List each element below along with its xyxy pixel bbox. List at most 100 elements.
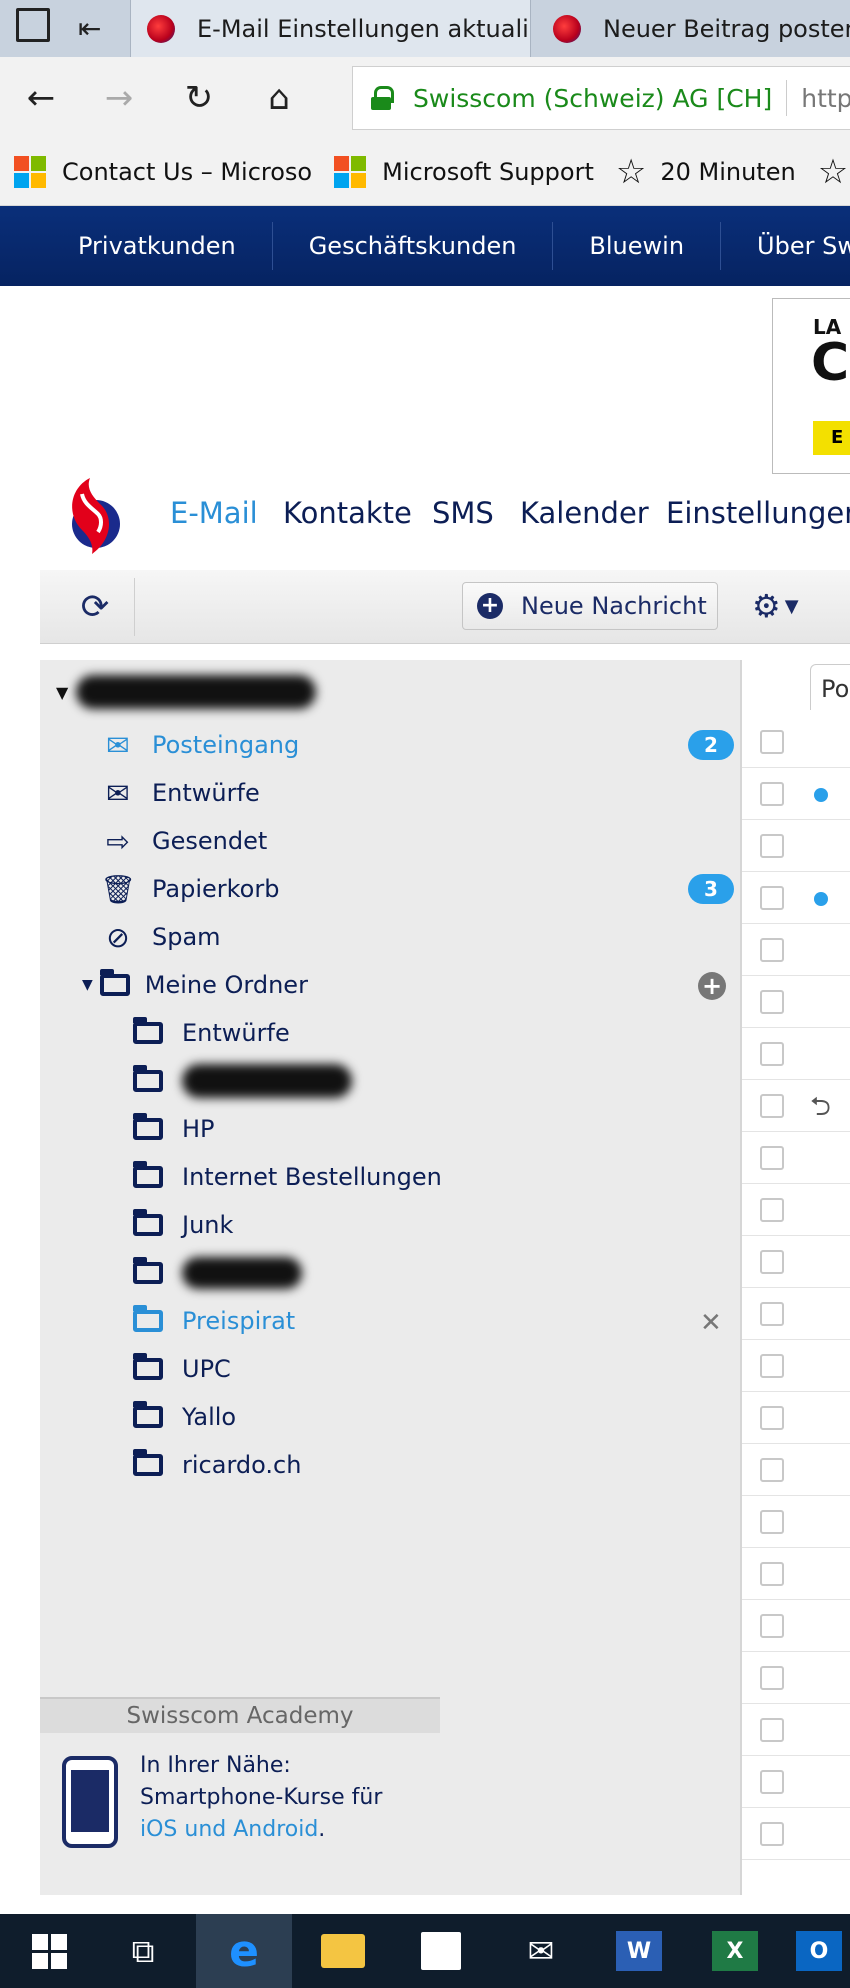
forward-icon[interactable]: → — [94, 72, 144, 124]
folder-sent[interactable]: ⇨ Gesendet — [96, 818, 267, 864]
message-row[interactable] — [742, 1600, 850, 1652]
column-tab[interactable]: Po — [810, 664, 850, 710]
word-icon[interactable]: W — [604, 1914, 674, 1988]
new-message-button[interactable]: + Neue Nachricht — [462, 582, 718, 630]
nav-bluewin[interactable]: Bluewin — [553, 222, 722, 270]
bookmark-contact-us[interactable]: Contact Us – Microso — [14, 156, 312, 188]
back-icon[interactable]: ← — [16, 72, 66, 124]
edge-icon[interactable]: e — [196, 1914, 292, 1988]
subfolder-redacted[interactable] — [126, 1058, 352, 1104]
bookmark-20-minuten[interactable]: ☆ 20 Minuten — [616, 155, 796, 189]
ad-banner[interactable]: LA C E — [772, 298, 850, 474]
row-checkbox[interactable] — [760, 1146, 784, 1170]
row-checkbox[interactable] — [760, 990, 784, 1014]
refresh-mail-icon[interactable]: ⟳ — [74, 586, 116, 628]
row-checkbox[interactable] — [760, 1302, 784, 1326]
account-header[interactable]: ▼ — [56, 670, 336, 714]
folder-trash[interactable]: 🗑 Papierkorb — [96, 866, 279, 912]
message-row[interactable] — [742, 716, 850, 768]
row-checkbox[interactable] — [760, 1770, 784, 1794]
nav-ueber-swisscom[interactable]: Über Swiss — [721, 222, 850, 270]
folder-my-folders[interactable]: ▼ Meine Ordner — [82, 962, 308, 1008]
subfolder-preispirat[interactable]: Preispirat — [126, 1298, 295, 1344]
message-row[interactable] — [742, 768, 850, 820]
row-checkbox[interactable] — [760, 1250, 784, 1274]
address-bar[interactable]: Swisscom (Schweiz) AG [CH] https — [352, 66, 850, 130]
subfolder-upc[interactable]: UPC — [126, 1346, 231, 1392]
close-icon[interactable]: ✕ — [700, 1308, 722, 1338]
row-checkbox[interactable] — [760, 1718, 784, 1742]
academy-link[interactable]: iOS und Android — [140, 1817, 318, 1842]
message-row[interactable] — [742, 1236, 850, 1288]
store-icon[interactable] — [406, 1914, 476, 1988]
message-row[interactable] — [742, 976, 850, 1028]
subfolder-internet-bestellungen[interactable]: Internet Bestellungen — [126, 1154, 442, 1200]
subfolder-entwuerfe[interactable]: Entwürfe — [126, 1010, 290, 1056]
row-checkbox[interactable] — [760, 1354, 784, 1378]
row-checkbox[interactable] — [760, 782, 784, 806]
message-row[interactable] — [742, 1288, 850, 1340]
nav-geschaeftskunden[interactable]: Geschäftskunden — [273, 222, 554, 270]
row-checkbox[interactable] — [760, 938, 784, 962]
nav-privatkunden[interactable]: Privatkunden — [0, 222, 273, 270]
message-row[interactable] — [742, 872, 850, 924]
message-row[interactable] — [742, 1340, 850, 1392]
subfolder-ricardo[interactable]: ricardo.ch — [126, 1442, 301, 1488]
row-checkbox[interactable] — [760, 1614, 784, 1638]
message-row[interactable] — [742, 1652, 850, 1704]
bookmark-microsoft-support[interactable]: Microsoft Support — [334, 156, 594, 188]
row-checkbox[interactable] — [760, 1406, 784, 1430]
folder-spam[interactable]: ⊘ Spam — [96, 914, 220, 960]
task-view-icon[interactable]: ⧉ — [108, 1914, 178, 1988]
message-row[interactable] — [742, 924, 850, 976]
folder-inbox[interactable]: ✉ Posteingang — [96, 722, 299, 768]
row-checkbox[interactable] — [760, 1094, 784, 1118]
message-row[interactable] — [742, 1704, 850, 1756]
message-row[interactable]: ⮌ — [742, 1080, 850, 1132]
row-checkbox[interactable] — [760, 834, 784, 858]
folder-drafts[interactable]: ✉ Entwürfe — [96, 770, 259, 816]
nav-email[interactable]: E-Mail — [170, 496, 258, 530]
row-checkbox[interactable] — [760, 1666, 784, 1690]
swisscom-logo-icon[interactable] — [58, 474, 128, 558]
row-checkbox[interactable] — [760, 1510, 784, 1534]
row-checkbox[interactable] — [760, 1822, 784, 1846]
set-aside-tabs-icon[interactable]: ⇤ — [78, 12, 101, 45]
excel-icon[interactable]: X — [700, 1914, 770, 1988]
refresh-icon[interactable]: ↻ — [174, 72, 224, 124]
windows-start-icon[interactable] — [14, 1914, 84, 1988]
row-checkbox[interactable] — [760, 1042, 784, 1066]
row-checkbox[interactable] — [760, 730, 784, 754]
bookmark-26[interactable]: ☆ 26 — [818, 155, 850, 189]
settings-menu-button[interactable]: ⚙ ▼ — [752, 584, 814, 628]
nav-sms[interactable]: SMS — [432, 496, 494, 530]
home-icon[interactable]: ⌂ — [254, 72, 304, 124]
message-row[interactable] — [742, 1548, 850, 1600]
row-checkbox[interactable] — [760, 886, 784, 910]
tab-new-post[interactable]: Neuer Beitrag posten — [530, 0, 850, 57]
row-checkbox[interactable] — [760, 1458, 784, 1482]
add-folder-icon[interactable]: + — [698, 972, 726, 1000]
message-row[interactable] — [742, 1132, 850, 1184]
subfolder-redacted-2[interactable] — [126, 1250, 302, 1296]
message-row[interactable] — [742, 1808, 850, 1860]
file-explorer-icon[interactable] — [308, 1914, 378, 1988]
message-row[interactable] — [742, 1756, 850, 1808]
subfolder-junk[interactable]: Junk — [126, 1202, 233, 1248]
mail-icon[interactable]: ✉ — [506, 1914, 576, 1988]
subfolder-yallo[interactable]: Yallo — [126, 1394, 236, 1440]
message-row[interactable] — [742, 1496, 850, 1548]
message-row[interactable] — [742, 1028, 850, 1080]
nav-einstellungen[interactable]: Einstellungen — [666, 496, 850, 530]
message-row[interactable] — [742, 1392, 850, 1444]
tab-email-settings[interactable]: E-Mail Einstellungen aktuali — [130, 0, 530, 57]
message-row[interactable] — [742, 820, 850, 872]
message-row[interactable] — [742, 1444, 850, 1496]
message-row[interactable] — [742, 1184, 850, 1236]
subfolder-hp[interactable]: HP — [126, 1106, 215, 1152]
outlook-icon[interactable]: O — [796, 1914, 850, 1988]
tab-list-icon[interactable] — [16, 8, 50, 42]
nav-kontakte[interactable]: Kontakte — [283, 496, 412, 530]
row-checkbox[interactable] — [760, 1198, 784, 1222]
nav-kalender[interactable]: Kalender — [520, 496, 649, 530]
